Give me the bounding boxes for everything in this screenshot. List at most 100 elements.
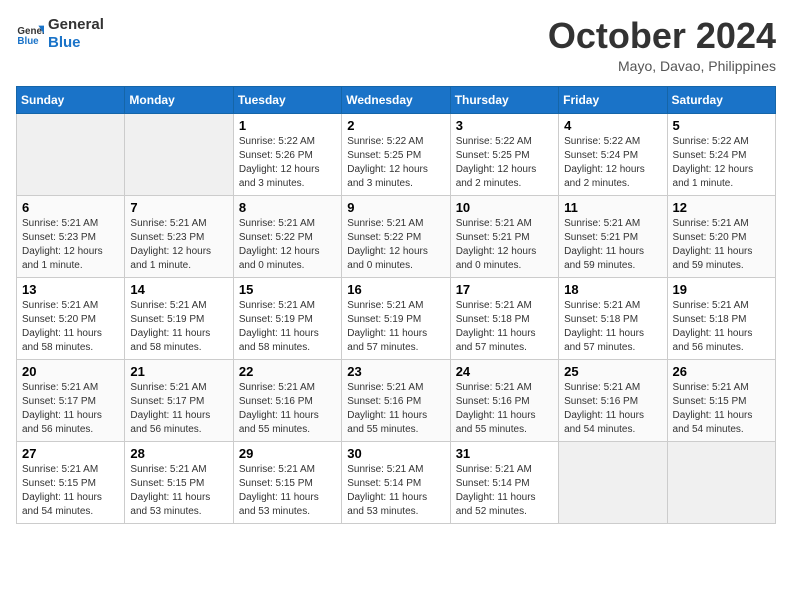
logo-line2: Blue bbox=[48, 34, 104, 52]
cell-content: Sunrise: 5:21 AMSunset: 5:18 PMDaylight:… bbox=[456, 299, 553, 355]
day-number: 25 bbox=[564, 364, 661, 379]
day-number: 18 bbox=[564, 282, 661, 297]
day-number: 6 bbox=[22, 200, 119, 215]
day-number: 29 bbox=[239, 446, 336, 461]
calendar-cell: 13 Sunrise: 5:21 AMSunset: 5:20 PMDayligh… bbox=[17, 277, 125, 359]
day-number: 24 bbox=[456, 364, 553, 379]
calendar-cell: 17 Sunrise: 5:21 AMSunset: 5:18 PMDayligh… bbox=[450, 277, 558, 359]
calendar-cell: 22 Sunrise: 5:21 AMSunset: 5:16 PMDayligh… bbox=[233, 359, 341, 441]
day-number: 11 bbox=[564, 200, 661, 215]
day-number: 27 bbox=[22, 446, 119, 461]
day-number: 30 bbox=[347, 446, 444, 461]
cell-content: Sunrise: 5:21 AMSunset: 5:19 PMDaylight:… bbox=[347, 299, 444, 355]
cell-content: Sunrise: 5:21 AMSunset: 5:15 PMDaylight:… bbox=[239, 463, 336, 519]
day-number: 31 bbox=[456, 446, 553, 461]
day-number: 8 bbox=[239, 200, 336, 215]
cell-content: Sunrise: 5:21 AMSunset: 5:16 PMDaylight:… bbox=[239, 381, 336, 437]
cell-content: Sunrise: 5:21 AMSunset: 5:21 PMDaylight:… bbox=[564, 217, 661, 273]
day-number: 2 bbox=[347, 118, 444, 133]
calendar-cell bbox=[17, 113, 125, 195]
calendar-week-row: 1 Sunrise: 5:22 AMSunset: 5:26 PMDaylight… bbox=[17, 113, 776, 195]
cell-content: Sunrise: 5:21 AMSunset: 5:20 PMDaylight:… bbox=[673, 217, 770, 273]
calendar-cell: 31 Sunrise: 5:21 AMSunset: 5:14 PMDayligh… bbox=[450, 441, 558, 523]
day-number: 10 bbox=[456, 200, 553, 215]
day-number: 14 bbox=[130, 282, 227, 297]
cell-content: Sunrise: 5:21 AMSunset: 5:14 PMDaylight:… bbox=[347, 463, 444, 519]
cell-content: Sunrise: 5:21 AMSunset: 5:17 PMDaylight:… bbox=[130, 381, 227, 437]
weekday-header: Thursday bbox=[450, 86, 558, 113]
cell-content: Sunrise: 5:22 AMSunset: 5:24 PMDaylight:… bbox=[564, 135, 661, 191]
calendar-cell: 1 Sunrise: 5:22 AMSunset: 5:26 PMDaylight… bbox=[233, 113, 341, 195]
weekday-header: Sunday bbox=[17, 86, 125, 113]
calendar-week-row: 20 Sunrise: 5:21 AMSunset: 5:17 PMDayligh… bbox=[17, 359, 776, 441]
cell-content: Sunrise: 5:21 AMSunset: 5:17 PMDaylight:… bbox=[22, 381, 119, 437]
calendar-cell: 25 Sunrise: 5:21 AMSunset: 5:16 PMDayligh… bbox=[559, 359, 667, 441]
calendar-cell: 11 Sunrise: 5:21 AMSunset: 5:21 PMDayligh… bbox=[559, 195, 667, 277]
calendar-cell: 15Sunrise: 5:21 AMSunset: 5:19 PMDayligh… bbox=[233, 277, 341, 359]
cell-content: Sunrise: 5:21 AMSunset: 5:15 PMDaylight:… bbox=[22, 463, 119, 519]
calendar-header: SundayMondayTuesdayWednesdayThursdayFrid… bbox=[17, 86, 776, 113]
cell-content: Sunrise: 5:21 AMSunset: 5:23 PMDaylight:… bbox=[22, 217, 119, 273]
calendar-cell: 28 Sunrise: 5:21 AMSunset: 5:15 PMDayligh… bbox=[125, 441, 233, 523]
weekday-header: Monday bbox=[125, 86, 233, 113]
day-number: 22 bbox=[239, 364, 336, 379]
cell-content: Sunrise: 5:21 AMSunset: 5:18 PMDaylight:… bbox=[564, 299, 661, 355]
day-number: 7 bbox=[130, 200, 227, 215]
day-number: 13 bbox=[22, 282, 119, 297]
cell-content: Sunrise: 5:21 AMSunset: 5:16 PMDaylight:… bbox=[564, 381, 661, 437]
svg-text:Blue: Blue bbox=[17, 36, 39, 47]
day-number: 3 bbox=[456, 118, 553, 133]
calendar-cell: 6 Sunrise: 5:21 AMSunset: 5:23 PMDaylight… bbox=[17, 195, 125, 277]
day-number: 28 bbox=[130, 446, 227, 461]
cell-content: Sunrise: 5:21 AMSunset: 5:16 PMDaylight:… bbox=[347, 381, 444, 437]
calendar-cell: 20 Sunrise: 5:21 AMSunset: 5:17 PMDayligh… bbox=[17, 359, 125, 441]
day-number: 9 bbox=[347, 200, 444, 215]
calendar-cell: 18 Sunrise: 5:21 AMSunset: 5:18 PMDayligh… bbox=[559, 277, 667, 359]
day-number: 5 bbox=[673, 118, 770, 133]
calendar-cell: 26Sunrise: 5:21 AMSunset: 5:15 PMDayligh… bbox=[667, 359, 775, 441]
cell-content: Sunrise: 5:22 AMSunset: 5:25 PMDaylight:… bbox=[347, 135, 444, 191]
calendar-cell: 4 Sunrise: 5:22 AMSunset: 5:24 PMDaylight… bbox=[559, 113, 667, 195]
cell-content: Sunrise: 5:22 AMSunset: 5:25 PMDaylight:… bbox=[456, 135, 553, 191]
calendar-cell: 9Sunrise: 5:21 AMSunset: 5:22 PMDaylight… bbox=[342, 195, 450, 277]
day-number: 4 bbox=[564, 118, 661, 133]
day-number: 21 bbox=[130, 364, 227, 379]
day-number: 20 bbox=[22, 364, 119, 379]
calendar-cell: 3 Sunrise: 5:22 AMSunset: 5:25 PMDaylight… bbox=[450, 113, 558, 195]
calendar-body: 1 Sunrise: 5:22 AMSunset: 5:26 PMDaylight… bbox=[17, 113, 776, 523]
cell-content: Sunrise: 5:21 AMSunset: 5:14 PMDaylight:… bbox=[456, 463, 553, 519]
header-row: SundayMondayTuesdayWednesdayThursdayFrid… bbox=[17, 86, 776, 113]
calendar-cell: 19Sunrise: 5:21 AMSunset: 5:18 PMDayligh… bbox=[667, 277, 775, 359]
day-number: 17 bbox=[456, 282, 553, 297]
calendar-cell bbox=[125, 113, 233, 195]
logo-icon: General Blue bbox=[16, 20, 44, 48]
day-number: 16 bbox=[347, 282, 444, 297]
cell-content: Sunrise: 5:22 AMSunset: 5:26 PMDaylight:… bbox=[239, 135, 336, 191]
calendar-table: SundayMondayTuesdayWednesdayThursdayFrid… bbox=[16, 86, 776, 524]
calendar-cell: 29 Sunrise: 5:21 AMSunset: 5:15 PMDayligh… bbox=[233, 441, 341, 523]
weekday-header: Friday bbox=[559, 86, 667, 113]
calendar-cell: 10Sunrise: 5:21 AMSunset: 5:21 PMDayligh… bbox=[450, 195, 558, 277]
title-area: October 2024 Mayo, Davao, Philippines bbox=[548, 16, 776, 74]
cell-content: Sunrise: 5:21 AMSunset: 5:20 PMDaylight:… bbox=[22, 299, 119, 355]
calendar-week-row: 13 Sunrise: 5:21 AMSunset: 5:20 PMDayligh… bbox=[17, 277, 776, 359]
calendar-cell: 16 Sunrise: 5:21 AMSunset: 5:19 PMDayligh… bbox=[342, 277, 450, 359]
weekday-header: Saturday bbox=[667, 86, 775, 113]
month-title: October 2024 bbox=[548, 16, 776, 56]
cell-content: Sunrise: 5:21 AMSunset: 5:18 PMDaylight:… bbox=[673, 299, 770, 355]
calendar-cell: 5 Sunrise: 5:22 AMSunset: 5:24 PMDaylight… bbox=[667, 113, 775, 195]
header: General Blue General Blue October 2024 M… bbox=[16, 16, 776, 74]
day-number: 1 bbox=[239, 118, 336, 133]
cell-content: Sunrise: 5:21 AMSunset: 5:19 PMDaylight:… bbox=[239, 299, 336, 355]
weekday-header: Tuesday bbox=[233, 86, 341, 113]
cell-content: Sunrise: 5:22 AMSunset: 5:24 PMDaylight:… bbox=[673, 135, 770, 191]
calendar-week-row: 27 Sunrise: 5:21 AMSunset: 5:15 PMDayligh… bbox=[17, 441, 776, 523]
calendar-cell: 7Sunrise: 5:21 AMSunset: 5:23 PMDaylight… bbox=[125, 195, 233, 277]
cell-content: Sunrise: 5:21 AMSunset: 5:15 PMDaylight:… bbox=[130, 463, 227, 519]
calendar-cell: 24 Sunrise: 5:21 AMSunset: 5:16 PMDayligh… bbox=[450, 359, 558, 441]
location: Mayo, Davao, Philippines bbox=[548, 58, 776, 74]
calendar-cell: 8Sunrise: 5:21 AMSunset: 5:22 PMDaylight… bbox=[233, 195, 341, 277]
cell-content: Sunrise: 5:21 AMSunset: 5:16 PMDaylight:… bbox=[456, 381, 553, 437]
calendar-week-row: 6 Sunrise: 5:21 AMSunset: 5:23 PMDaylight… bbox=[17, 195, 776, 277]
calendar-cell: 14Sunrise: 5:21 AMSunset: 5:19 PMDayligh… bbox=[125, 277, 233, 359]
